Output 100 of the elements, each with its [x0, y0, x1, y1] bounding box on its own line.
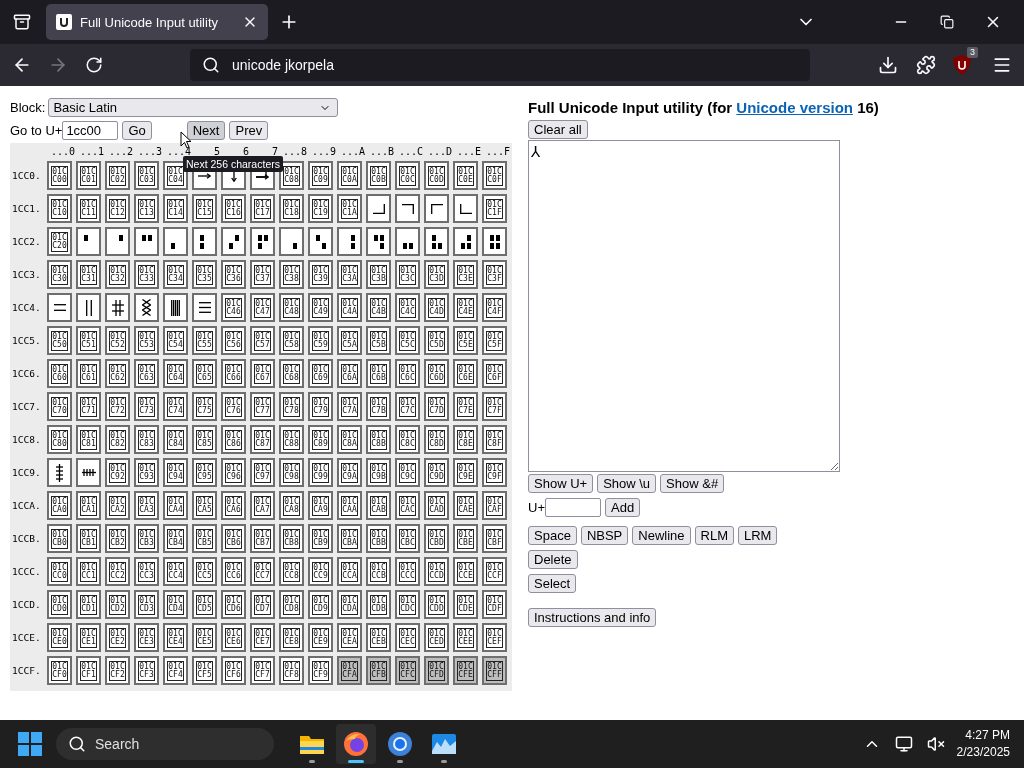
character-cell[interactable]: 01CCB4 [163, 524, 188, 553]
character-cell[interactable]: 01CC65 [192, 359, 217, 388]
character-cell[interactable]: 01CC9F [482, 458, 507, 487]
character-cell[interactable]: 01CC5D [424, 326, 449, 355]
character-cell[interactable]: 01CC3B [366, 260, 391, 289]
character-cell[interactable]: 01CCF2 [105, 656, 130, 685]
character-cell[interactable]: 01CCC2 [105, 557, 130, 586]
character-cell[interactable]: 01CCC7 [250, 557, 275, 586]
character-cell[interactable]: 01CC14 [163, 194, 188, 223]
character-cell[interactable] [337, 227, 362, 256]
character-cell[interactable]: 01CCE3 [134, 623, 159, 652]
character-cell[interactable]: 01CC52 [105, 326, 130, 355]
character-cell[interactable]: 01CCB6 [221, 524, 246, 553]
character-cell[interactable]: 01CC98 [279, 458, 304, 487]
character-cell[interactable]: 01CC12 [105, 194, 130, 223]
character-cell[interactable]: 01CCD4 [163, 590, 188, 619]
character-cell[interactable]: 01CCCC [395, 557, 420, 586]
character-cell[interactable]: 01CC95 [192, 458, 217, 487]
character-cell[interactable]: 01CC85 [192, 425, 217, 454]
character-cell[interactable]: 01CC81 [76, 425, 101, 454]
character-cell[interactable]: 01CC71 [76, 392, 101, 421]
character-cell[interactable]: 01CC0F [482, 161, 507, 190]
character-cell[interactable]: 01CC3C [395, 260, 420, 289]
character-cell[interactable]: 01CC11 [76, 194, 101, 223]
character-cell[interactable]: 01CC6C [395, 359, 420, 388]
character-cell[interactable]: 01CC53 [134, 326, 159, 355]
character-cell[interactable]: 01CCCE [453, 557, 478, 586]
show-button[interactable]: Show &# [660, 474, 725, 493]
character-cell[interactable]: 01CCE9 [308, 623, 333, 652]
character-cell[interactable]: 01CC63 [134, 359, 159, 388]
character-cell[interactable]: 01CC7E [453, 392, 478, 421]
insert-button[interactable]: RLM [694, 526, 734, 545]
character-cell[interactable]: 01CC16 [221, 194, 246, 223]
character-cell[interactable] [76, 227, 101, 256]
character-cell[interactable]: 01CC4C [395, 293, 420, 322]
character-cell[interactable]: 01CCEF [482, 623, 507, 652]
character-cell[interactable] [424, 194, 449, 223]
character-cell[interactable]: 01CC6F [482, 359, 507, 388]
muted-speaker-icon[interactable] [926, 735, 945, 753]
character-cell[interactable]: 01CCE4 [163, 623, 188, 652]
code-input[interactable] [545, 498, 601, 517]
character-cell[interactable]: 01CCAA [337, 491, 362, 520]
character-cell[interactable]: 01CC1A [337, 194, 362, 223]
character-cell[interactable]: 01CCED [424, 623, 449, 652]
character-cell[interactable]: 01CC19 [308, 194, 333, 223]
character-cell[interactable]: 01CC88 [279, 425, 304, 454]
character-cell[interactable]: 01CCB9 [308, 524, 333, 553]
character-cell[interactable]: 01CC54 [163, 326, 188, 355]
character-cell[interactable]: 01CCE7 [250, 623, 275, 652]
character-cell[interactable]: 01CC0A [337, 161, 362, 190]
character-cell[interactable]: 01CCAD [424, 491, 449, 520]
text-area[interactable]: ⅄ [528, 140, 840, 472]
character-cell[interactable]: 01CC31 [76, 260, 101, 289]
character-cell[interactable]: 01CC75 [192, 392, 217, 421]
character-cell[interactable]: 01CC03 [134, 161, 159, 190]
character-cell[interactable]: 01CC48 [279, 293, 304, 322]
character-cell[interactable]: 01CCDE [453, 590, 478, 619]
character-cell[interactable]: 01CC9E [453, 458, 478, 487]
character-cell[interactable]: 01CCE5 [192, 623, 217, 652]
character-cell[interactable]: 01CCCD [424, 557, 449, 586]
character-cell[interactable]: 01CCB3 [134, 524, 159, 553]
info-button[interactable]: Instructions and info [528, 608, 657, 627]
character-cell[interactable]: 01CC5F [482, 326, 507, 355]
version-link[interactable]: Unicode version [736, 99, 853, 116]
character-cell[interactable] [221, 227, 246, 256]
character-cell[interactable]: 01CCCA [337, 557, 362, 586]
character-cell[interactable]: 01CCC0 [47, 557, 72, 586]
character-cell[interactable]: 01CC97 [250, 458, 275, 487]
character-cell[interactable]: 01CC4D [424, 293, 449, 322]
character-cell[interactable]: 01CC04 [163, 161, 188, 190]
character-cell[interactable]: 01CCA0 [47, 491, 72, 520]
character-cell[interactable]: 01CCB0 [47, 524, 72, 553]
character-cell[interactable]: 01CCC5 [192, 557, 217, 586]
character-cell[interactable]: 01CCA3 [134, 491, 159, 520]
character-cell[interactable]: 01CC35 [192, 260, 217, 289]
character-cell[interactable]: 01CC37 [250, 260, 275, 289]
character-cell[interactable]: 01CCD2 [105, 590, 130, 619]
character-cell[interactable]: 01CCF1 [76, 656, 101, 685]
address-bar[interactable]: unicode jkorpela [190, 49, 810, 81]
character-cell[interactable] [76, 458, 101, 487]
character-cell[interactable]: 01CC6B [366, 359, 391, 388]
character-cell[interactable]: 01CC51 [76, 326, 101, 355]
character-cell[interactable]: 01CCC9 [308, 557, 333, 586]
character-cell[interactable]: 01CCAC [395, 491, 420, 520]
delete-button[interactable]: Delete [528, 550, 578, 569]
insert-button[interactable]: Space [528, 526, 577, 545]
character-cell[interactable]: 01CC6D [424, 359, 449, 388]
character-cell[interactable] [105, 293, 130, 322]
character-cell[interactable]: 01CC92 [105, 458, 130, 487]
windows-logo-icon[interactable] [18, 732, 42, 756]
character-cell[interactable] [453, 194, 478, 223]
character-cell[interactable] [47, 458, 72, 487]
character-cell[interactable]: 01CCF4 [163, 656, 188, 685]
character-cell[interactable]: 01CCEA [337, 623, 362, 652]
search-field[interactable]: Search [56, 728, 274, 760]
browser-tab[interactable]: Full Unicode Input utility [46, 4, 268, 40]
character-cell[interactable]: 01CCBE [453, 524, 478, 553]
character-cell[interactable]: 01CC60 [47, 359, 72, 388]
character-cell[interactable]: 01CCF6 [221, 656, 246, 685]
character-cell[interactable]: 01CC96 [221, 458, 246, 487]
